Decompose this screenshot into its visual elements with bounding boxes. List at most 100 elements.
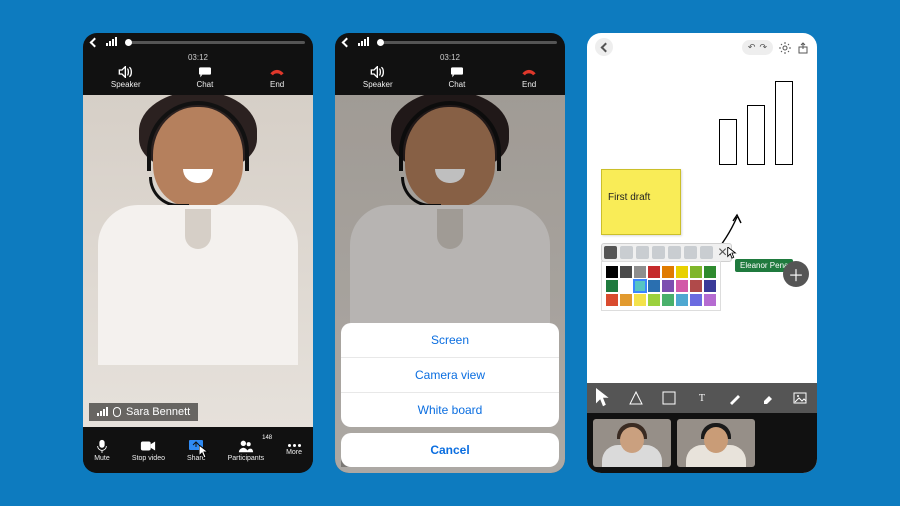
participants-button[interactable]: Participants 148 [228, 439, 265, 462]
whiteboard-topbar: ↶↷ [587, 33, 817, 61]
shape-tool-icon[interactable] [629, 391, 643, 405]
status-bar [335, 33, 565, 51]
stroke-tool-icon[interactable] [620, 246, 633, 259]
share-cancel-button[interactable]: Cancel [341, 433, 559, 467]
color-swatch[interactable] [648, 266, 660, 278]
back-chevron-icon[interactable] [90, 37, 100, 47]
participant-name-tag: Sara Bennett [89, 403, 198, 421]
top-controls: Speaker Chat End [335, 62, 565, 95]
color-swatch[interactable] [634, 280, 646, 292]
color-swatch[interactable] [620, 294, 632, 306]
call-progress[interactable] [377, 41, 557, 44]
color-swatch[interactable] [690, 294, 702, 306]
phone-whiteboard: ↶↷ First draft × Eleanor Pena ＋ T [587, 33, 817, 473]
share-cancel-group: Cancel [341, 433, 559, 467]
color-swatch[interactable] [606, 266, 618, 278]
color-swatch[interactable] [690, 266, 702, 278]
color-swatches [601, 261, 721, 311]
participant-thumb[interactable] [593, 419, 671, 467]
stop-video-button[interactable]: Stop video [132, 439, 165, 462]
color-swatch[interactable] [620, 266, 632, 278]
export-icon[interactable] [797, 41, 809, 53]
phone-call-main: 03:12 Speaker Chat End Sara Bennett Mute [83, 33, 313, 473]
text-tool-icon[interactable]: T [695, 391, 709, 405]
participant-avatar [153, 107, 243, 207]
eraser-tool-icon[interactable] [761, 391, 775, 405]
plus-icon: ＋ [788, 262, 804, 286]
chat-button[interactable]: Chat [448, 66, 465, 89]
color-swatch[interactable] [606, 294, 618, 306]
back-chevron-icon[interactable] [342, 37, 352, 47]
chat-button[interactable]: Chat [196, 66, 213, 89]
share-sheet: Screen Camera view White board Cancel [341, 323, 559, 467]
share-option-screen[interactable]: Screen [341, 323, 559, 357]
fill-tool-icon[interactable] [604, 246, 617, 259]
camera-icon [140, 439, 156, 453]
color-swatch[interactable] [620, 280, 632, 292]
color-swatch[interactable] [648, 280, 660, 292]
participants-count: 148 [262, 435, 272, 441]
image-tool-icon[interactable] [793, 391, 807, 405]
call-progress[interactable] [125, 41, 305, 44]
phone-call-share-sheet: 03:12 Speaker Chat End Sara Bennett Scre… [335, 33, 565, 473]
call-timer: 03:12 [335, 53, 565, 62]
color-swatch[interactable] [704, 294, 716, 306]
more-icon [288, 444, 301, 447]
border-tool-icon[interactable] [636, 246, 649, 259]
color-swatch[interactable] [662, 280, 674, 292]
delete-tool-icon[interactable] [700, 246, 713, 259]
color-swatch[interactable] [676, 294, 688, 306]
bar [747, 105, 765, 165]
sticky-tool-icon[interactable] [662, 391, 676, 405]
undo-redo-pill[interactable]: ↶↷ [742, 40, 773, 55]
call-timer: 03:12 [83, 53, 313, 62]
back-button[interactable] [595, 38, 613, 56]
status-bar [83, 33, 313, 51]
speaker-button[interactable]: Speaker [363, 66, 393, 89]
color-swatch[interactable] [676, 280, 688, 292]
participant-name: Sara Bennett [126, 406, 190, 418]
speaker-button[interactable]: Speaker [111, 66, 141, 89]
more-button[interactable]: More [286, 444, 302, 456]
end-call-icon [269, 66, 285, 78]
share-icon [188, 439, 204, 453]
select-tool-icon[interactable] [596, 391, 610, 405]
undo-icon[interactable]: ↶ [748, 42, 756, 53]
format-toolstrip: × [601, 243, 732, 262]
text-tool-icon[interactable] [652, 246, 665, 259]
participant-thumb[interactable] [677, 419, 755, 467]
color-swatch[interactable] [704, 280, 716, 292]
mute-button[interactable]: Mute [94, 439, 110, 462]
top-controls: Speaker Chat End [83, 62, 313, 95]
duplicate-tool-icon[interactable] [684, 246, 697, 259]
video-feed: Sara Bennett Screen Camera view White bo… [335, 95, 565, 473]
whiteboard-canvas[interactable]: First draft × Eleanor Pena ＋ [587, 61, 817, 383]
color-swatch[interactable] [648, 294, 660, 306]
end-call-button[interactable]: End [269, 66, 285, 89]
whiteboard-toolbar: T [587, 383, 817, 413]
color-swatch[interactable] [676, 266, 688, 278]
color-swatch[interactable] [662, 266, 674, 278]
color-swatch[interactable] [634, 266, 646, 278]
color-swatch[interactable] [634, 294, 646, 306]
color-swatch[interactable] [690, 280, 702, 292]
color-swatch[interactable] [662, 294, 674, 306]
sticky-note[interactable]: First draft [601, 169, 681, 235]
signal-icon [97, 408, 108, 416]
end-call-button[interactable]: End [521, 66, 537, 89]
participant-thumbnails [587, 413, 817, 473]
layer-tool-icon[interactable] [668, 246, 681, 259]
share-button[interactable]: Share [187, 439, 206, 462]
share-option-camera[interactable]: Camera view [341, 357, 559, 392]
redo-icon[interactable]: ↷ [759, 42, 767, 53]
pen-tool-icon[interactable] [728, 391, 742, 405]
color-swatch[interactable] [704, 266, 716, 278]
share-option-whiteboard[interactable]: White board [341, 392, 559, 427]
add-fab-button[interactable]: ＋ [783, 261, 809, 287]
share-options-group: Screen Camera view White board [341, 323, 559, 427]
bar-chart-drawing [719, 81, 793, 165]
settings-gear-icon[interactable] [779, 41, 791, 53]
mic-icon [94, 439, 110, 453]
color-swatch[interactable] [606, 280, 618, 292]
video-feed: Sara Bennett [83, 95, 313, 427]
